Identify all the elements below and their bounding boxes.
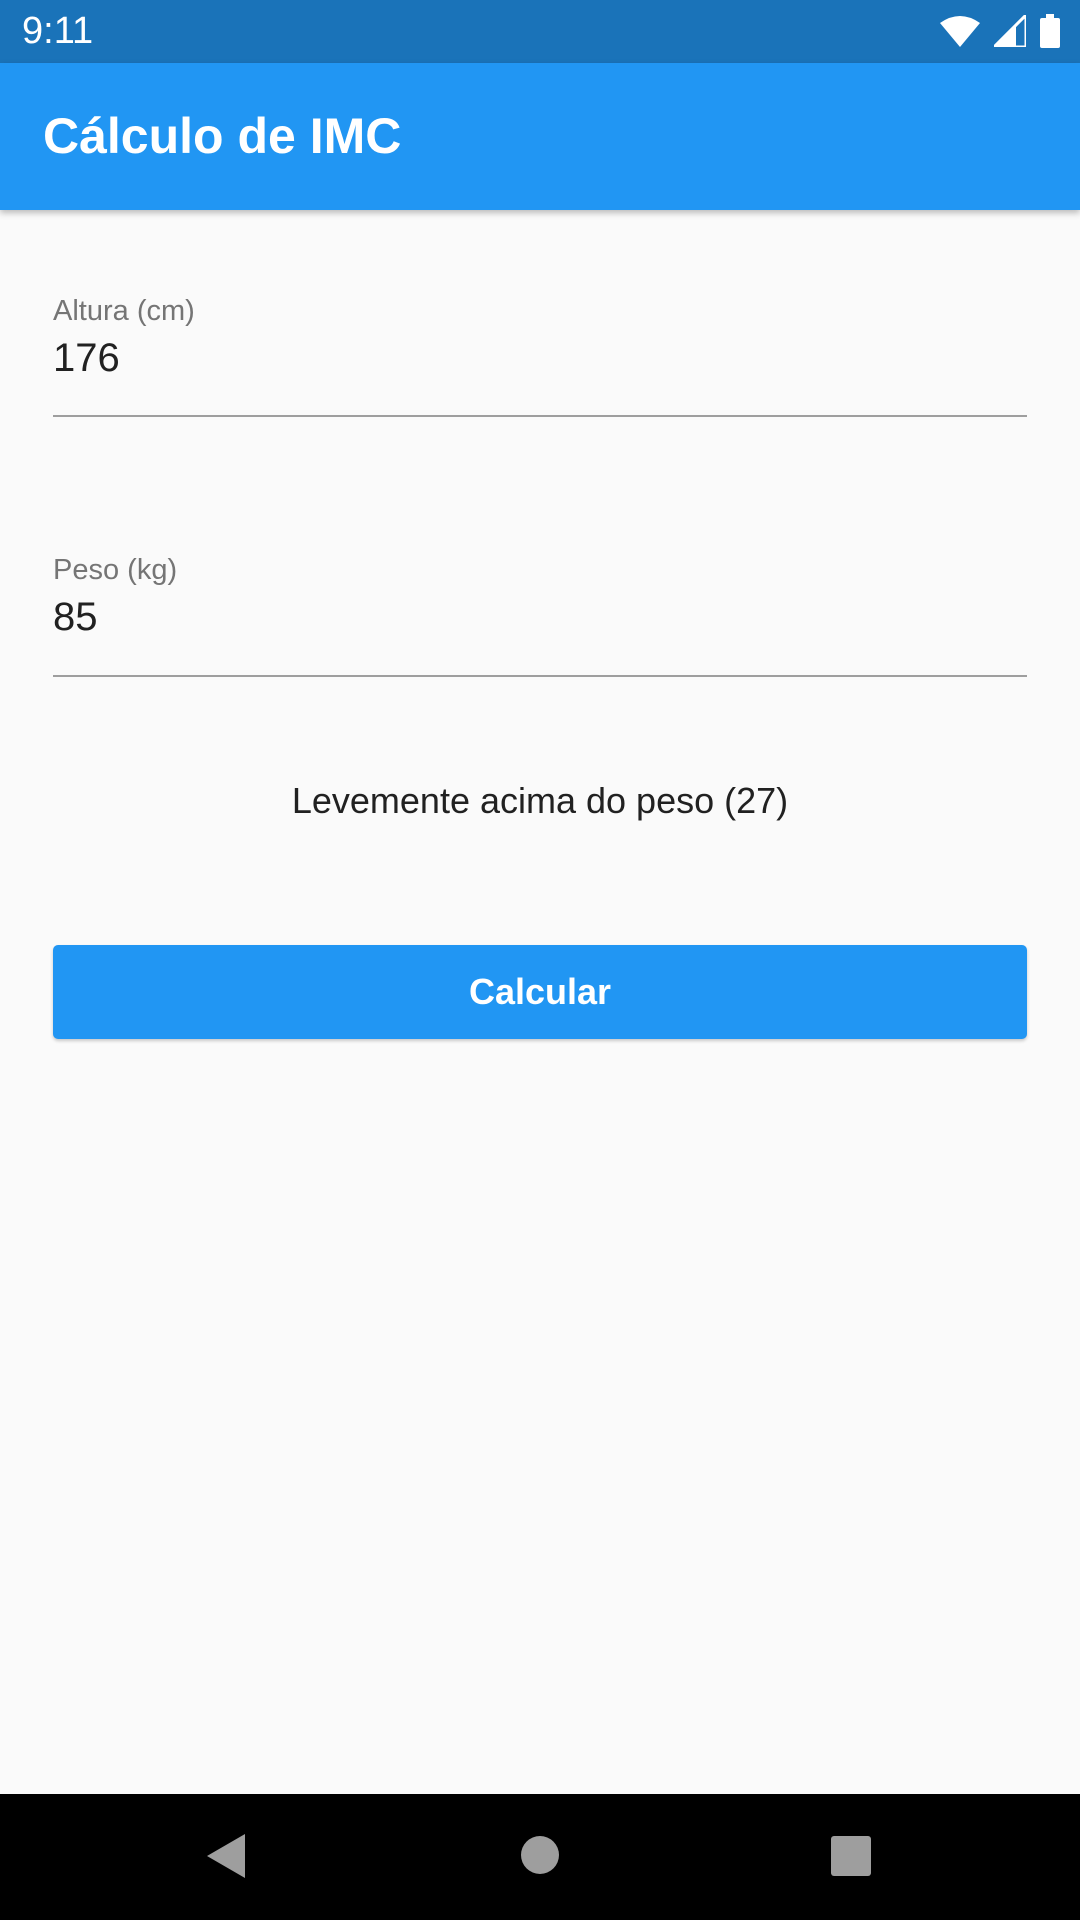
height-field[interactable]: Altura (cm) xyxy=(53,295,1027,417)
navigation-bar xyxy=(0,1794,1080,1920)
calculate-button[interactable]: Calcular xyxy=(53,945,1027,1039)
home-icon[interactable] xyxy=(520,1835,560,1875)
signal-icon xyxy=(994,15,1026,47)
height-label: Altura (cm) xyxy=(53,295,195,327)
wifi-icon xyxy=(940,16,980,47)
status-time: 9:11 xyxy=(22,10,94,52)
result-text: Levemente acima do peso (27) xyxy=(291,780,789,821)
recents-icon[interactable] xyxy=(831,1836,871,1876)
back-icon[interactable] xyxy=(205,1832,247,1880)
height-input[interactable] xyxy=(53,336,1027,381)
app-title: Cálculo de IMC xyxy=(43,108,402,164)
status-bar: 9:11 xyxy=(0,0,1080,63)
weight-input[interactable] xyxy=(53,595,1027,640)
weight-field[interactable]: Peso (kg) xyxy=(53,554,1027,677)
weight-label: Peso (kg) xyxy=(53,554,178,586)
battery-icon xyxy=(1040,14,1060,48)
app-bar: Cálculo de IMC xyxy=(0,63,1080,210)
